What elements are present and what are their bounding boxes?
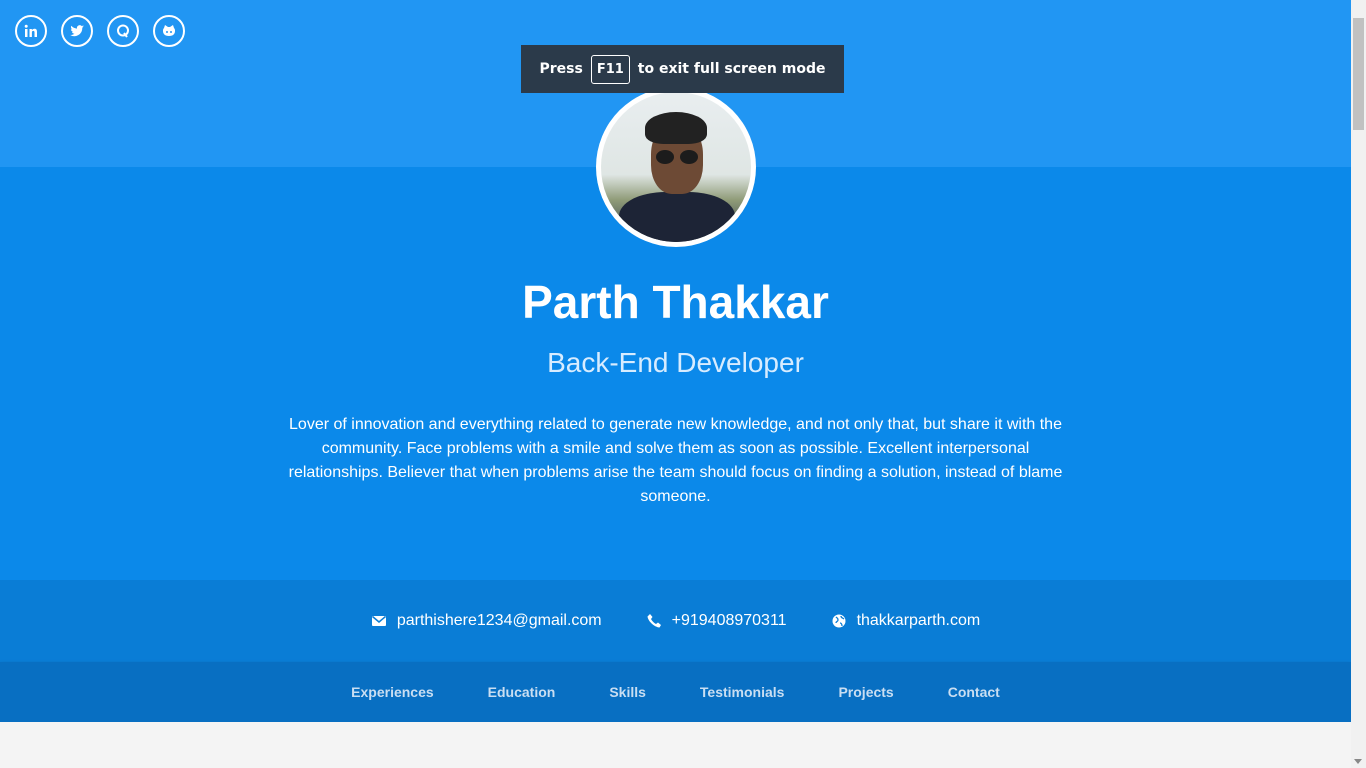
scroll-down-arrow-icon[interactable] [1354,759,1362,764]
social-links [15,15,185,47]
twitter-icon [70,25,84,37]
nav-testimonials[interactable]: Testimonials [700,684,785,700]
phone-icon [647,614,661,628]
page-scrollbar[interactable] [1351,0,1366,768]
scrollbar-thumb[interactable] [1353,18,1364,130]
contact-email-text: parthishere1234@gmail.com [396,612,602,629]
github-icon [163,25,175,36]
nav-contact[interactable]: Contact [948,684,1000,700]
fullscreen-notice: Press F11 to exit full screen mode [521,45,844,93]
profile-name: Parth Thakkar [522,276,829,328]
toast-press-text: Press [539,61,583,77]
linkedin-icon [24,24,37,37]
contact-website[interactable]: thakkarparth.com [831,612,981,630]
contact-phone-text: +919408970311 [671,612,787,629]
nav-projects[interactable]: Projects [838,684,893,700]
profile-role: Back-End Developer [547,347,804,378]
toast-key: F11 [590,54,630,84]
contact-phone[interactable]: +919408970311 [646,612,787,630]
quora-link[interactable] [107,15,139,47]
nav-skills[interactable]: Skills [609,684,646,700]
nav-experiences[interactable]: Experiences [351,684,434,700]
section-nav: Experiences Education Skills Testimonial… [0,662,1351,722]
github-link[interactable] [153,15,185,47]
quora-icon [117,24,129,38]
contact-website-text: thakkarparth.com [856,612,981,629]
globe-icon [832,614,846,628]
twitter-link[interactable] [61,15,93,47]
content-area [0,722,1351,768]
profile-bio: Lover of innovation and everything relat… [288,416,1063,505]
linkedin-link[interactable] [15,15,47,47]
nav-education[interactable]: Education [488,684,556,700]
envelope-icon [371,615,386,626]
toast-rest-text: to exit full screen mode [637,61,826,77]
contact-email[interactable]: parthishere1234@gmail.com [371,612,602,630]
avatar [596,87,756,247]
contact-bar: parthishere1234@gmail.com +919408970311 … [0,580,1351,662]
profile-photo [601,92,751,242]
